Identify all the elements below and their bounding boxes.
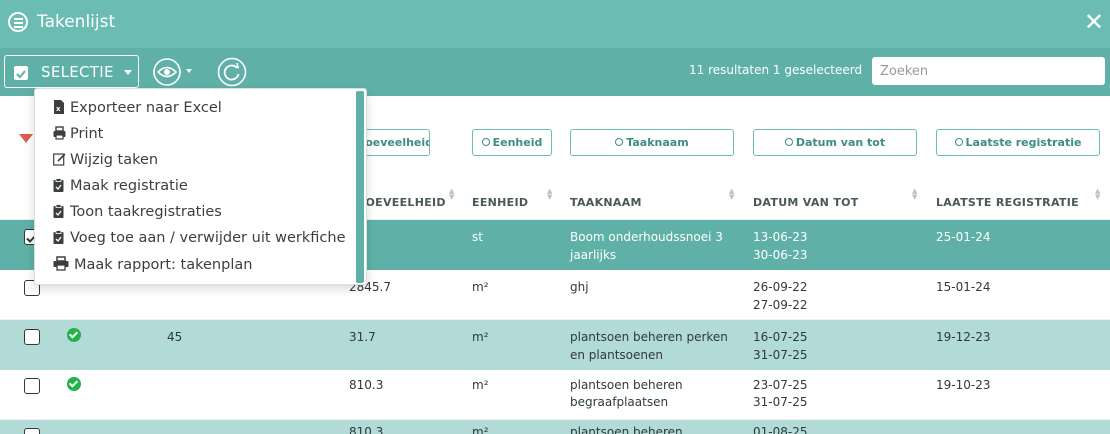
search-input[interactable]	[872, 57, 1105, 85]
filter-datum[interactable]: Datum van tot	[753, 129, 917, 156]
eye-icon	[153, 58, 181, 86]
window-title: Takenlijst	[37, 12, 116, 32]
cell-datum-van: 16-07-25	[753, 330, 808, 344]
column-taaknaam[interactable]: TAAKNAAM	[570, 196, 642, 209]
refresh-button[interactable]	[217, 57, 247, 87]
row-checkbox[interactable]	[24, 378, 40, 394]
close-icon[interactable]: ✕	[1084, 8, 1104, 36]
selection-label: SELECTIE	[41, 63, 114, 81]
search-icon	[954, 138, 963, 146]
clear-filter-icon[interactable]	[19, 134, 33, 143]
cell-eenheid: m²	[472, 378, 489, 392]
filter-laatste-registratie[interactable]: Laatste registratie	[936, 129, 1100, 156]
results-count: 11 resultaten 1 geselecteerd	[689, 63, 863, 77]
table-row[interactable]: 45 31.7 m² plantsoen beheren perken en p…	[0, 320, 1110, 370]
list-icon	[8, 12, 28, 32]
print-icon	[53, 126, 66, 140]
refresh-icon	[217, 57, 247, 87]
cell-laatste-registratie: 25-01-24	[936, 230, 991, 244]
filter-eenheid[interactable]: Eenheid	[472, 129, 552, 156]
cell-datum-tot: 31-07-25	[753, 395, 808, 409]
sort-icon[interactable]: ▲ ▼	[912, 188, 917, 201]
cell-count: 45	[167, 330, 183, 344]
cell-hoeveelheid: 810.3	[349, 425, 384, 434]
table-row[interactable]: 810.3 m² plantsoen beheren begraafplaats…	[0, 370, 1110, 420]
sort-icon[interactable]: ▲ ▼	[1095, 188, 1100, 201]
cell-laatste-registratie: 15-01-24	[936, 280, 991, 294]
title-bar: Takenlijst ✕	[0, 0, 1110, 48]
clipboard-icon	[53, 178, 65, 192]
cell-eenheid: m²	[472, 280, 489, 294]
column-hoeveelheid[interactable]: HOEVEELHEID	[356, 196, 446, 209]
cell-eenheid: st	[472, 230, 483, 244]
menu-item-create-registration[interactable]: Maak registratie	[53, 178, 188, 194]
table-row[interactable]: 810.3 m² plantsoen beheren 01-08-25	[0, 420, 1110, 434]
cell-taaknaam: plantsoen beheren	[570, 378, 683, 392]
sort-icon[interactable]: ▲ ▼	[547, 188, 552, 201]
column-laatste-registratie[interactable]: LAATSTE REGISTRATIE	[936, 196, 1079, 209]
cell-laatste-registratie: 19-12-23	[936, 330, 991, 344]
checkbox-icon	[14, 66, 28, 80]
search-icon	[784, 138, 793, 146]
sort-icon[interactable]: ▲ ▼	[729, 188, 734, 201]
cell-taaknaam-line2: en plantsoenen	[570, 348, 663, 362]
excel-icon: x	[53, 100, 65, 114]
cell-datum-tot: 30-06-23	[753, 248, 808, 262]
chevron-down-icon	[124, 70, 132, 75]
menu-item-print[interactable]: Print	[53, 126, 103, 142]
cell-taaknaam: ghj	[570, 280, 589, 294]
menu-item-toggle-worksheet[interactable]: Voeg toe aan / verwijder uit werkfiche	[53, 230, 346, 246]
cell-taaknaam-line2: begraafplaatsen	[570, 395, 669, 409]
svg-text:x: x	[56, 105, 61, 113]
cell-datum-van: 13-06-23	[753, 230, 808, 244]
cell-laatste-registratie: 19-10-23	[936, 378, 991, 392]
menu-item-report-taskplan[interactable]: Maak rapport: takenplan	[53, 256, 252, 273]
menu-item-edit-tasks[interactable]: Wijzig taken	[53, 152, 158, 168]
menu-item-show-registrations[interactable]: Toon taakregistraties	[53, 204, 222, 220]
column-datum[interactable]: DATUM VAN TOT	[753, 196, 859, 209]
selection-button[interactable]: SELECTIE	[4, 55, 139, 88]
menu-scrollbar[interactable]	[356, 91, 364, 283]
cell-datum-van: 01-08-25	[753, 425, 808, 434]
cell-eenheid: m²	[472, 425, 489, 434]
check-circle-icon	[67, 328, 81, 342]
cell-datum-van: 26-09-22	[753, 280, 808, 294]
search-icon	[481, 138, 490, 146]
cell-datum-tot: 27-09-22	[753, 298, 808, 312]
selection-menu: x Exporteer naar Excel Print Wijzig take…	[34, 88, 367, 285]
column-eenheid[interactable]: EENHEID	[472, 196, 528, 209]
print-icon	[53, 256, 69, 271]
row-checkbox[interactable]	[24, 329, 40, 345]
sort-icon[interactable]: ▲ ▼	[449, 188, 454, 201]
edit-icon	[53, 152, 66, 166]
cell-taaknaam: Boom onderhoudssnoei 3	[570, 230, 723, 244]
filter-taaknaam[interactable]: Taaknaam	[570, 129, 734, 156]
cell-eenheid: m²	[472, 330, 489, 344]
cell-taaknaam: plantsoen beheren	[570, 425, 683, 434]
chevron-down-icon[interactable]	[186, 69, 192, 73]
row-checkbox[interactable]	[24, 428, 40, 434]
cell-datum-van: 23-07-25	[753, 378, 808, 392]
check-circle-icon	[67, 377, 81, 391]
cell-datum-tot: 31-07-25	[753, 348, 808, 362]
clipboard-icon	[53, 230, 65, 244]
search-icon	[615, 138, 624, 146]
cell-taaknaam-line2: jaarlijks	[570, 248, 617, 262]
view-toggle-button[interactable]	[153, 58, 183, 86]
cell-hoeveelheid: 810.3	[349, 378, 384, 392]
clipboard-icon	[53, 204, 65, 218]
menu-item-export-excel[interactable]: x Exporteer naar Excel	[53, 100, 222, 116]
cell-hoeveelheid: 31.7	[349, 330, 376, 344]
cell-taaknaam: plantsoen beheren perken	[570, 330, 728, 344]
